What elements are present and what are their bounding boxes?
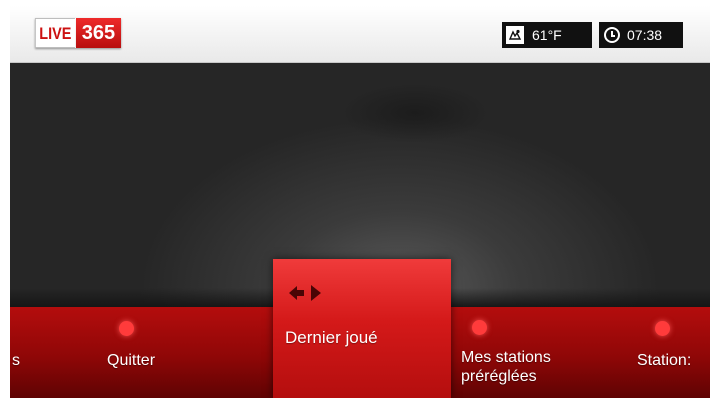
station-icon: [655, 321, 670, 336]
logo-live-text: LIVE: [35, 18, 75, 48]
menu-item-label: Quitter: [107, 352, 156, 369]
weather-icon: [506, 26, 524, 44]
logo-number-text: 365: [75, 18, 122, 48]
menu-item-stations[interactable]: Station:: [637, 321, 692, 370]
weather-widget: 61°F: [502, 22, 592, 48]
left-right-arrows-icon: [289, 285, 321, 301]
temperature-text: 61°F: [532, 27, 562, 43]
live365-logo: LIVE 365: [35, 18, 122, 48]
time-text: 07:38: [627, 27, 663, 43]
clock-icon: [604, 27, 620, 43]
menu-item-presets[interactable]: Mes stations préréglées: [461, 320, 551, 386]
top-bar: LIVE 365 61°F 07:38: [10, 6, 710, 63]
menu-item-label: s: [12, 352, 20, 369]
menu-item-last-played[interactable]: Dernier joué: [273, 259, 451, 398]
clock-widget: 07:38: [599, 22, 683, 48]
tv-screen: LIVE 365 61°F 07:38 s Quitter Dernier jo…: [10, 6, 710, 398]
exit-icon: [119, 321, 134, 336]
menu-item-label: Mes stations: [461, 349, 551, 366]
menu-item-label-line2: préréglées: [461, 368, 537, 385]
heart-icon: [472, 320, 487, 335]
menu-item-quit[interactable]: Quitter: [107, 321, 156, 370]
menu-item-partial-left[interactable]: s: [12, 351, 20, 370]
menu-item-label: Dernier joué: [285, 328, 378, 347]
cloud-shape: [340, 83, 490, 143]
menu-item-label: Station:: [637, 352, 692, 369]
